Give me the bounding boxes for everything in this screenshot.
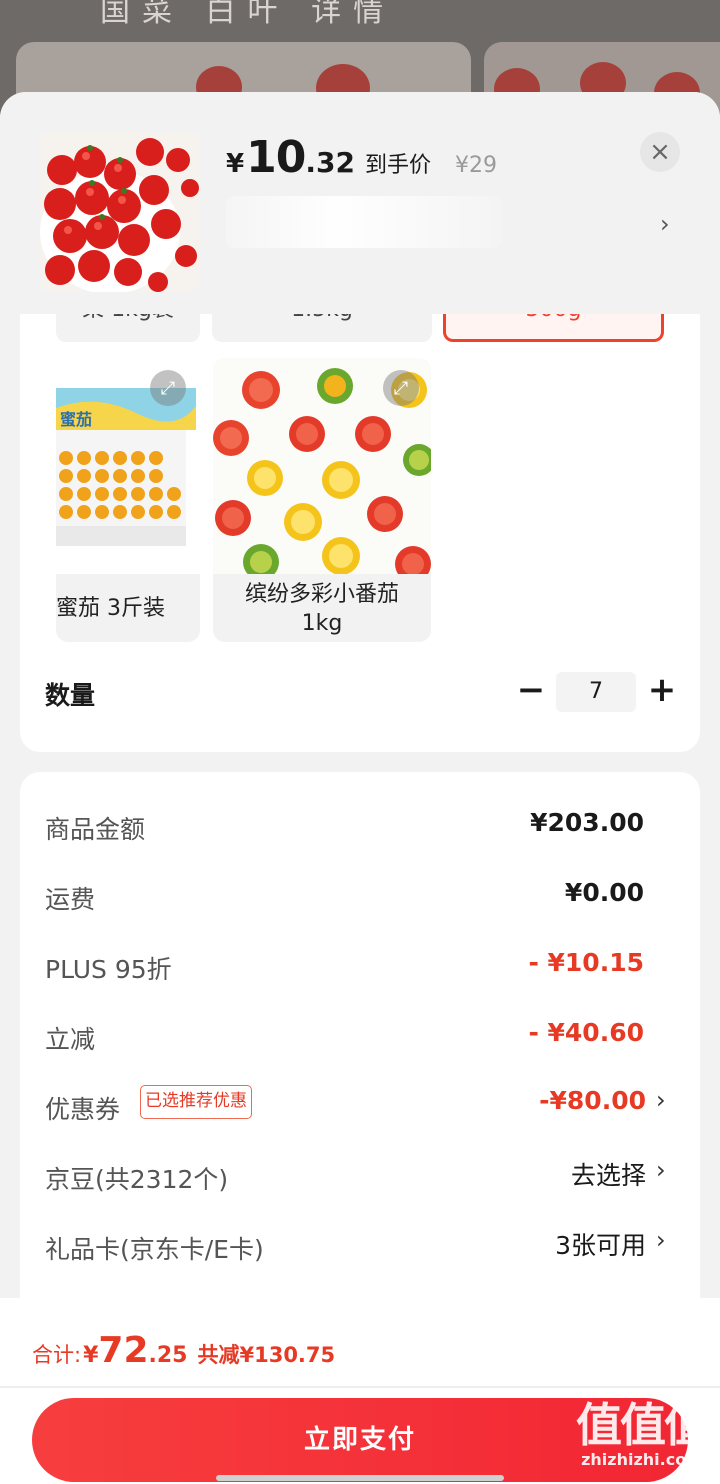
gift-card-row-label: 礼品卡(京东卡/E卡) bbox=[45, 1235, 264, 1264]
home-indicator bbox=[216, 1475, 504, 1481]
instant-discount-value: - ¥40.60 bbox=[528, 1018, 644, 1047]
total-decimal: .25 bbox=[148, 1343, 188, 1368]
spec-option-card[interactable]: ⤢ 缤纷多彩小番茄1kg bbox=[213, 358, 431, 642]
order-summary-card: 商品金额 ¥203.00 运费 ¥0.00 PLUS 95折 - ¥10.15 … bbox=[20, 772, 700, 1332]
spec-option-card[interactable]: 蜜茄 ⤢ 蜜茄 3斤装 bbox=[56, 358, 200, 642]
coupon-value[interactable]: -¥80.00 bbox=[539, 1086, 646, 1115]
watermark-url: zhizhizhi.com bbox=[581, 1450, 703, 1469]
price-decimal: .32 bbox=[305, 146, 355, 179]
jd-beans-row-label: 京豆(共2312个) bbox=[45, 1165, 229, 1194]
close-icon: × bbox=[649, 137, 671, 167]
expand-icon[interactable]: ⤢ bbox=[383, 370, 419, 406]
chevron-right-icon[interactable]: › bbox=[656, 1226, 666, 1254]
total-integer: 72 bbox=[98, 1330, 149, 1371]
total-currency: ¥ bbox=[83, 1343, 99, 1368]
summary-row-value: ¥203.00 bbox=[530, 808, 644, 837]
selected-spec-blurred bbox=[226, 196, 502, 248]
expand-icon[interactable]: ⤢ bbox=[150, 370, 186, 406]
coupon-badge: 已选推荐优惠 bbox=[140, 1085, 252, 1119]
plus-discount-value: - ¥10.15 bbox=[528, 948, 644, 977]
quantity-plus-button[interactable]: + bbox=[646, 668, 678, 712]
sheet-header: ¥ 10 .32 到手价 ¥29 × › bbox=[0, 92, 720, 314]
chevron-right-icon[interactable]: › bbox=[660, 210, 670, 238]
chevron-right-icon[interactable]: › bbox=[656, 1086, 666, 1114]
total-label: 合计: bbox=[32, 1343, 82, 1367]
spec-option-label: 蜜茄 3斤装 bbox=[56, 596, 165, 621]
background-nav: 国菜 白叶 详情 bbox=[100, 0, 396, 29]
quantity-minus-button[interactable]: − bbox=[515, 668, 547, 712]
order-total: 合计: ¥ 72 .25 共减¥130.75 bbox=[32, 1330, 335, 1371]
checkout-bar: 合计: ¥ 72 .25 共减¥130.75 立即支付 值值值 zhizhizh… bbox=[0, 1298, 720, 1484]
quantity-label: 数量 bbox=[45, 681, 96, 710]
summary-row-value: ¥0.00 bbox=[564, 878, 644, 907]
box-text: 蜜茄 bbox=[60, 410, 93, 429]
chevron-right-icon[interactable]: › bbox=[656, 1156, 666, 1184]
coupon-row-label: 优惠券 bbox=[45, 1095, 121, 1124]
close-button[interactable]: × bbox=[640, 132, 680, 172]
purchase-sheet: 菜 1kg装 1.5kg 500g 蜜茄 ⤢ 蜜茄 bbox=[0, 92, 720, 1484]
price-display: ¥ 10 .32 到手价 ¥29 bbox=[226, 132, 497, 183]
summary-row-label: 商品金额 bbox=[45, 815, 146, 844]
total-saving: 共减¥130.75 bbox=[197, 1343, 336, 1367]
quantity-input[interactable]: 7 bbox=[556, 672, 636, 712]
price-integer: 10 bbox=[246, 132, 306, 183]
price-tag: 到手价 bbox=[364, 153, 431, 178]
spec-option-label: 缤纷多彩小番茄1kg bbox=[244, 582, 399, 636]
gift-card-select[interactable]: 3张可用 bbox=[555, 1226, 646, 1262]
summary-row-label: 立减 bbox=[45, 1025, 96, 1054]
divider bbox=[0, 1386, 720, 1388]
price-currency: ¥ bbox=[226, 149, 245, 179]
summary-row-label: 运费 bbox=[45, 885, 96, 914]
watermark-logo-text: 值值值 bbox=[576, 1398, 710, 1452]
product-thumbnail bbox=[40, 132, 200, 292]
summary-row-label: PLUS 95折 bbox=[45, 955, 172, 984]
watermark-logo: 值值值 zhizhizhi.com bbox=[568, 1400, 716, 1480]
jd-beans-select[interactable]: 去选择 bbox=[571, 1156, 646, 1192]
original-price: ¥29 bbox=[454, 153, 497, 178]
